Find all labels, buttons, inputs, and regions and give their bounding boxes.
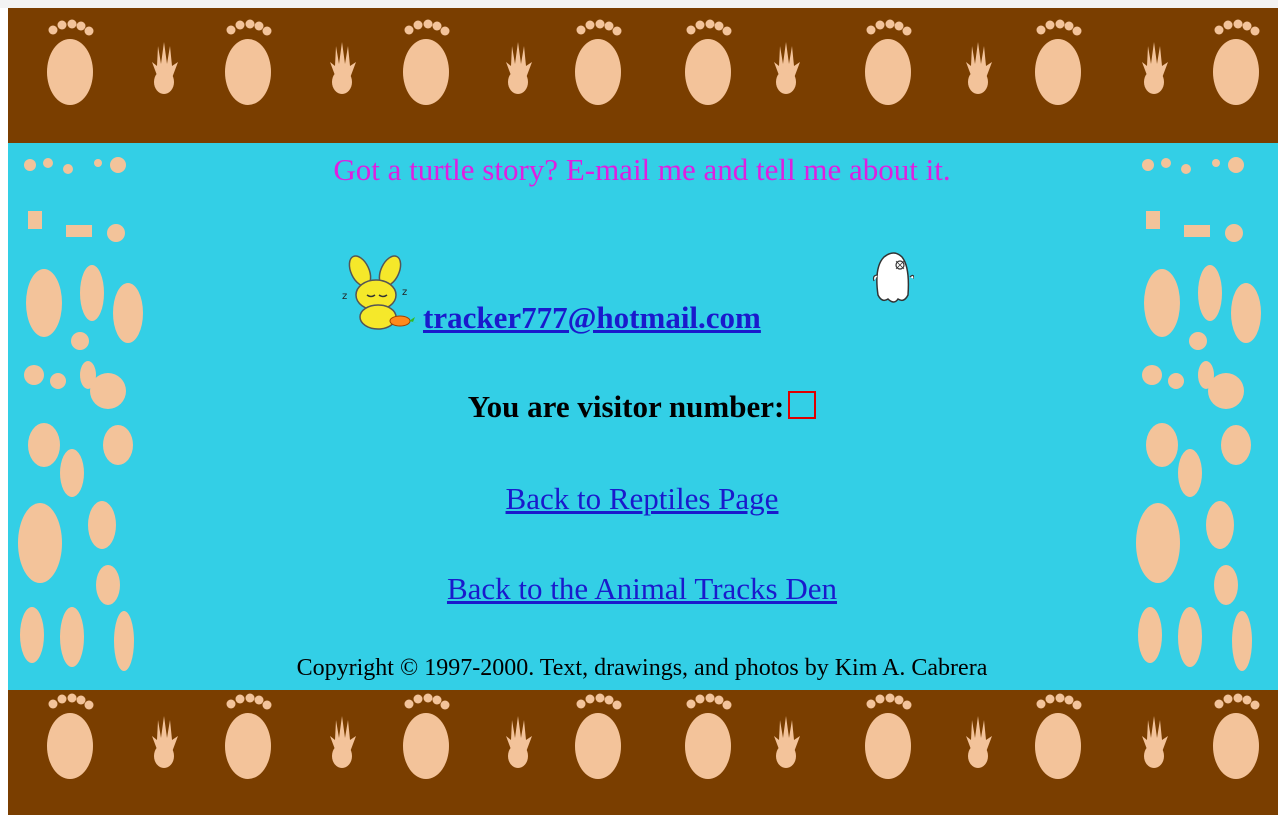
visitor-label: You are visitor number: <box>467 389 785 424</box>
page-frame: Got a turtle story? E-mail me and tell m… <box>8 8 1278 815</box>
story-prompt: Got a turtle story? E-mail me and tell m… <box>333 152 951 187</box>
ghost-icon <box>872 252 914 303</box>
visitor-counter-row: You are visitor number: <box>158 389 1126 425</box>
top-strip <box>0 0 1278 8</box>
left-track-border <box>8 143 158 673</box>
right-track-border <box>1126 143 1276 673</box>
back-to-reptiles-link[interactable]: Back to Reptiles Page <box>158 481 1126 517</box>
left-track-border-graphic <box>18 157 143 671</box>
main-content: Got a turtle story? E-mail me and tell m… <box>158 143 1126 690</box>
bottom-track-band <box>8 690 1278 815</box>
svg-text:z: z <box>342 291 347 302</box>
copyright-notice: Copyright © 1997-2000. Text, drawings, a… <box>296 655 988 681</box>
content-section: Got a turtle story? E-mail me and tell m… <box>8 143 1278 690</box>
sleeping-bunny-icon: z z <box>342 255 418 330</box>
top-track-band <box>8 8 1278 143</box>
bottom-track-band-graphic <box>47 693 1260 779</box>
back-to-den-link[interactable]: Back to the Animal Tracks Den <box>158 571 1126 607</box>
right-track-border-graphic <box>1136 157 1261 671</box>
email-link[interactable]: tracker777@hotmail.com <box>423 300 761 336</box>
top-track-band-graphic <box>47 19 1260 105</box>
svg-text:z: z <box>402 287 407 298</box>
email-row: z z tracker777@hotmail.com <box>158 252 1126 343</box>
visitor-counter-image <box>788 391 817 419</box>
